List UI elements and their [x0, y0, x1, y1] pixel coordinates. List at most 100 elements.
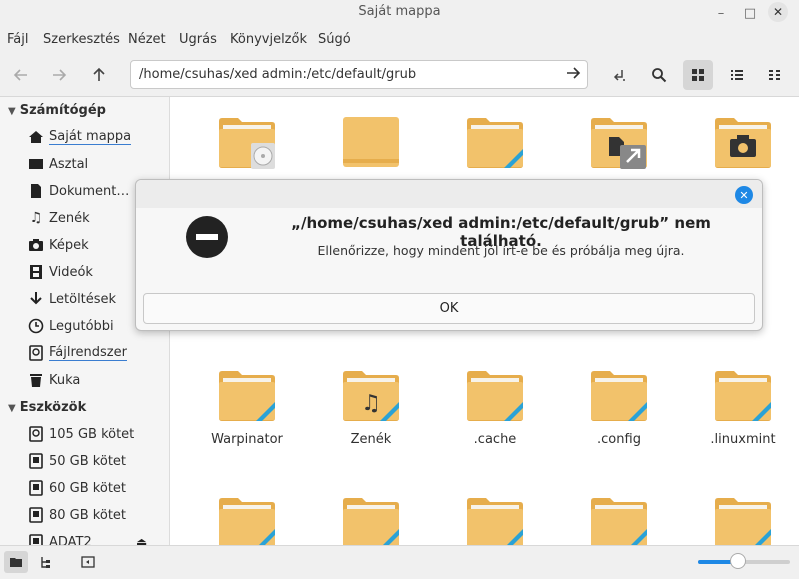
up-button[interactable]: [84, 60, 114, 90]
menu-file[interactable]: Fájl: [7, 32, 28, 47]
file-item[interactable]: [316, 115, 426, 173]
folder-icon: [316, 495, 426, 545]
dialog-close-button[interactable]: ✕: [735, 186, 753, 204]
sidebar-item-filesystem[interactable]: Fájlrendszer: [28, 342, 127, 364]
sidebar-device-105gb[interactable]: 105 GB kötet: [28, 423, 134, 445]
sidebar-close-icon: [81, 556, 95, 568]
file-item[interactable]: [688, 115, 798, 173]
list-view-button[interactable]: [722, 60, 752, 90]
window-title: Saját mappa: [358, 4, 441, 19]
eject-icon[interactable]: ⏏: [136, 535, 147, 545]
sidebar-item-downloads[interactable]: Letöltések: [28, 288, 116, 310]
file-item[interactable]: [440, 115, 550, 173]
file-label: .config: [597, 432, 641, 447]
svg-text:♫: ♫: [361, 391, 381, 416]
file-item[interactable]: .config: [564, 368, 674, 447]
sidebar-item-documents[interactable]: Dokument…: [28, 180, 129, 202]
compact-view-button[interactable]: [760, 60, 790, 90]
chip-drive-icon: [28, 480, 44, 496]
drive-icon: [28, 426, 44, 442]
places-toggle-button[interactable]: [4, 551, 28, 573]
camera-icon: [28, 237, 44, 253]
tree-toggle-button[interactable]: [34, 551, 58, 573]
sidebar-item-recent[interactable]: Legutóbbi: [28, 315, 114, 337]
location-entry[interactable]: /home/csuhas/xed admin:/etc/default/grub: [130, 60, 588, 89]
sidebar-device-80gb[interactable]: 80 GB kötet: [28, 504, 126, 526]
file-item[interactable]: .linuxmint: [688, 368, 798, 447]
back-button[interactable]: [6, 60, 36, 90]
section-devices[interactable]: ▼ Eszközök: [8, 400, 86, 415]
file-item[interactable]: [440, 495, 550, 545]
hide-sidebar-button[interactable]: [76, 551, 100, 573]
ok-button[interactable]: OK: [143, 293, 755, 324]
menu-bar: Fájl Szerkesztés Nézet Ugrás Könyvjelzők…: [0, 26, 799, 54]
close-window-button[interactable]: ✕: [768, 2, 788, 22]
sidebar-device-50gb[interactable]: 50 GB kötet: [28, 450, 126, 472]
error-icon: [186, 216, 228, 258]
grid-icon: [692, 69, 704, 81]
sidebar-item-trash[interactable]: Kuka: [28, 369, 80, 391]
chip-drive-icon: [28, 534, 44, 545]
collapse-arrow-icon: ▼: [8, 106, 16, 117]
arrow-up-icon: [93, 67, 105, 81]
file-item[interactable]: .cache: [440, 368, 550, 447]
file-label: Warpinator: [211, 432, 283, 447]
home-icon: [28, 129, 44, 145]
arrow-left-icon: [13, 69, 27, 81]
file-item[interactable]: [688, 495, 798, 545]
menu-view[interactable]: Nézet: [128, 32, 166, 47]
minimize-button[interactable]: –: [712, 4, 730, 22]
sidebar-item-desktop[interactable]: Asztal: [28, 153, 88, 175]
list-icon: [731, 70, 743, 80]
toolbar: /home/csuhas/xed admin:/etc/default/grub: [0, 54, 799, 97]
dialog-message: Ellenőrizze, hogy mindent jól írt-e be é…: [317, 243, 685, 258]
location-toggle-icon: [613, 70, 625, 81]
file-item[interactable]: ♫ Zenék: [316, 368, 426, 447]
sidebar-device-adat2[interactable]: ADAT2 ⏏: [28, 531, 147, 545]
folder-icon: [192, 368, 302, 426]
go-arrow-icon[interactable]: [565, 65, 581, 85]
file-item[interactable]: [192, 115, 302, 173]
file-label: Zenék: [350, 432, 392, 447]
menu-bookmarks[interactable]: Könyvjelzők: [230, 32, 307, 47]
file-item[interactable]: [564, 495, 674, 545]
folder-icon: [316, 115, 426, 173]
status-bar: [0, 545, 799, 579]
zoom-slider-knob[interactable]: [730, 553, 747, 569]
sidebar-item-home[interactable]: Saját mappa: [28, 126, 132, 148]
sidebar-item-music[interactable]: ♫ Zenék: [28, 207, 90, 229]
section-computer[interactable]: ▼ Számítógép: [8, 103, 106, 118]
file-item[interactable]: [564, 115, 674, 173]
folder-icon: [564, 115, 674, 173]
folder-icon: [688, 368, 798, 426]
toggle-location-button[interactable]: [604, 60, 634, 90]
icon-view-button[interactable]: [683, 60, 713, 90]
music-icon: ♫: [29, 210, 43, 226]
folder-icon: [10, 558, 22, 567]
drive-icon: [28, 345, 44, 361]
arrow-right-icon: [53, 69, 67, 81]
forward-button[interactable]: [44, 60, 74, 90]
file-item[interactable]: [192, 495, 302, 545]
folder-icon: [440, 368, 550, 426]
collapse-arrow-icon: ▼: [8, 403, 16, 414]
sidebar-item-videos[interactable]: Videók: [28, 261, 93, 283]
sidebar-device-60gb[interactable]: 60 GB kötet: [28, 477, 126, 499]
search-button[interactable]: [644, 60, 674, 90]
folder-icon: [564, 368, 674, 426]
desktop-icon: [28, 156, 44, 172]
dialog-header: ✕: [136, 180, 762, 208]
file-item[interactable]: [316, 495, 426, 545]
sidebar-item-pictures[interactable]: Képek: [28, 234, 89, 256]
file-item[interactable]: Warpinator: [192, 368, 302, 447]
chip-drive-icon: [28, 507, 44, 523]
maximize-button[interactable]: □: [741, 4, 759, 22]
zoom-slider[interactable]: [698, 553, 790, 569]
menu-edit[interactable]: Szerkesztés: [43, 32, 120, 47]
menu-go[interactable]: Ugrás: [179, 32, 217, 47]
menu-help[interactable]: Súgó: [318, 32, 351, 47]
film-icon: [28, 264, 44, 280]
folder-icon: [688, 115, 798, 173]
folder-icon: [564, 495, 674, 545]
search-icon: [652, 68, 667, 83]
